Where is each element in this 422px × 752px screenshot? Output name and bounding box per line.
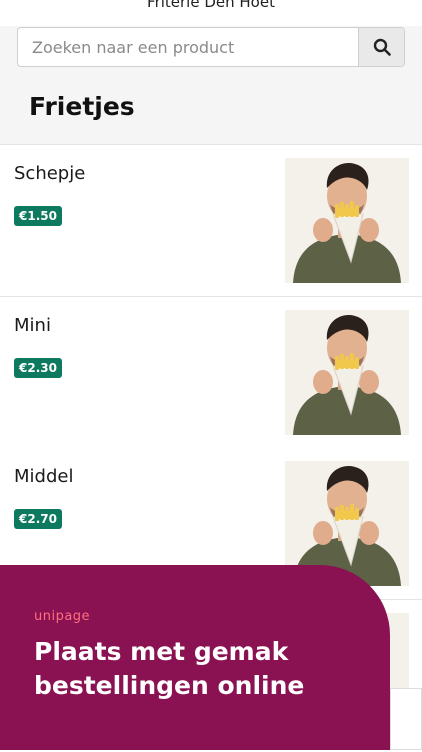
price-badge: €2.30 [14, 358, 62, 378]
product-item-mini[interactable]: Mini €2.30 [0, 297, 422, 449]
partial-card [390, 688, 422, 750]
search-button[interactable] [358, 28, 404, 66]
search-input[interactable] [18, 28, 358, 66]
promo-banner: unipage Plaats met gemak bestellingen on… [0, 565, 390, 750]
category-title: Frietjes [29, 92, 135, 121]
product-photo [285, 158, 409, 283]
top-bar: Friterie Den Hoet [0, 0, 422, 27]
search-bar [17, 27, 405, 67]
price-badge: €2.70 [14, 509, 62, 529]
banner-headline: Plaats met gemak bestellingen online [34, 637, 305, 700]
brand-logo: unipage [34, 609, 91, 624]
price-badge: €1.50 [14, 206, 62, 226]
product-name: Mini [14, 315, 51, 336]
product-name: Middel [14, 466, 74, 487]
product-item-schepje[interactable]: Schepje €1.50 [0, 145, 422, 297]
store-title: Friterie Den Hoet [147, 0, 275, 11]
product-name: Schepje [14, 163, 86, 184]
category-header: Frietjes [0, 26, 422, 145]
search-icon [373, 38, 391, 56]
product-photo [285, 310, 409, 435]
